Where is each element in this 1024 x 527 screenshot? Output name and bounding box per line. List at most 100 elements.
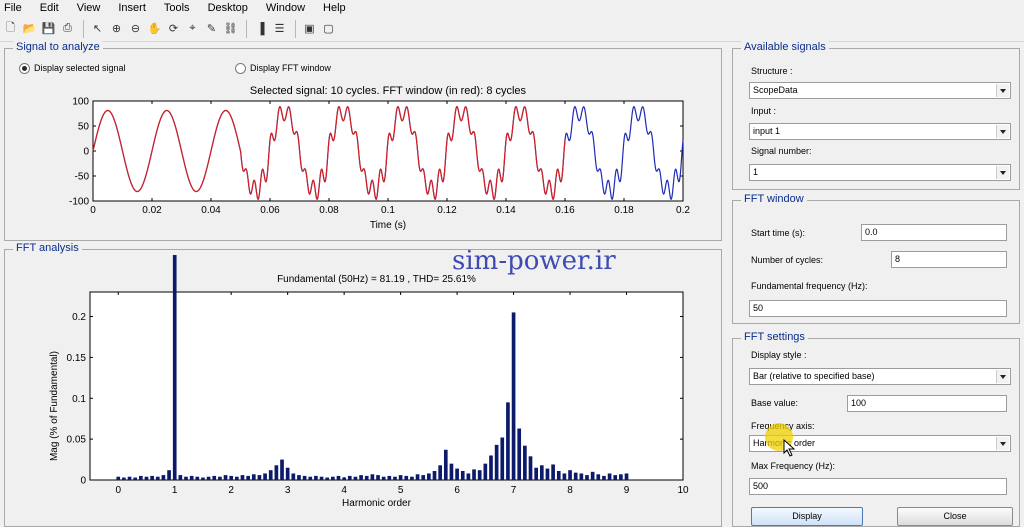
fft-bar xyxy=(280,459,284,480)
fft-bar xyxy=(314,475,318,480)
fft-settings-panel: FFT settings Display style : Bar (relati… xyxy=(732,331,1020,527)
mouse-pointer-icon xyxy=(783,439,795,457)
base-value-input[interactable]: 100 xyxy=(847,395,1007,412)
number-of-cycles-input[interactable]: 8 xyxy=(891,251,1007,268)
fft-xtick-label: 2 xyxy=(228,485,234,496)
fft-bar xyxy=(415,474,420,480)
input-label: Input : xyxy=(751,106,777,116)
fft-bar xyxy=(613,475,618,480)
fft-bar xyxy=(398,475,403,480)
fft-ytick-label: 0.15 xyxy=(67,353,87,364)
fft-ytick-label: 0.05 xyxy=(67,435,87,446)
fft-bar xyxy=(517,428,522,480)
fft-bar xyxy=(223,475,228,480)
fft-xtick-label: 1 xyxy=(172,485,178,496)
fft-bar xyxy=(449,463,454,480)
fft-bar xyxy=(336,475,341,480)
start-time-label: Start time (s): xyxy=(751,228,806,238)
chevron-down-icon xyxy=(996,125,1009,138)
fft-bar xyxy=(387,475,392,480)
fft-xtick-label: 9 xyxy=(624,485,630,496)
start-time-input[interactable]: 0.0 xyxy=(861,224,1007,241)
fft-bar xyxy=(596,474,601,480)
fft-bar xyxy=(545,468,550,480)
fft-bar xyxy=(133,477,138,480)
fft-bar xyxy=(528,456,533,480)
display-button[interactable]: Display xyxy=(751,507,863,526)
fft-bar xyxy=(410,476,414,480)
signal-number-label: Signal number: xyxy=(751,146,812,156)
fundamental-frequency-input[interactable]: 50 xyxy=(749,300,1007,317)
fft-bar xyxy=(483,463,488,480)
fft-bar xyxy=(551,464,555,480)
fft-plot-title: Fundamental (50Hz) = 81.19 , THD= 25.61% xyxy=(277,274,476,285)
display-style-dropdown[interactable]: Bar (relative to specified base) xyxy=(749,368,1011,385)
structure-label: Structure : xyxy=(751,66,793,76)
fft-bar xyxy=(506,402,510,480)
fft-bar xyxy=(511,312,516,480)
fft-bar xyxy=(466,473,471,480)
fft-bar xyxy=(500,437,505,480)
fft-bar xyxy=(573,472,578,480)
fft-bar xyxy=(331,476,335,480)
input-dropdown-value: input 1 xyxy=(753,126,781,136)
fft-bar xyxy=(274,465,279,480)
fft-bar xyxy=(443,449,448,480)
fft-bar xyxy=(494,444,499,480)
fft-xtick-label: 3 xyxy=(285,485,291,496)
fft-ylabel: Mag (% of Fundamental) xyxy=(49,351,60,461)
fundamental-frequency-label: Fundamental frequency (Hz): xyxy=(751,281,868,291)
fft-bar xyxy=(291,473,296,480)
fft-bar xyxy=(201,477,205,480)
fft-ytick-label: 0.2 xyxy=(72,312,86,323)
close-button[interactable]: Close xyxy=(897,507,1013,526)
fft-bar xyxy=(246,475,250,480)
fft-xtick-label: 6 xyxy=(454,485,460,496)
fft-window-panel: FFT window Start time (s): 0.0 Number of… xyxy=(732,193,1020,324)
fft-bar xyxy=(602,475,606,480)
fft-bar xyxy=(460,471,465,480)
fft-bar xyxy=(178,475,183,480)
fft-bar xyxy=(393,476,397,480)
fft-bar xyxy=(364,475,369,480)
input-dropdown[interactable]: input 1 xyxy=(749,123,1011,140)
chevron-down-icon xyxy=(996,166,1009,179)
fft-ytick-label: 0 xyxy=(80,476,86,487)
fft-bar xyxy=(353,476,358,480)
signal-number-dropdown-value: 1 xyxy=(753,167,759,177)
fft-bar xyxy=(297,475,301,480)
fft-bar xyxy=(251,474,256,480)
fft-bar xyxy=(619,474,623,480)
fft-bar xyxy=(144,476,149,480)
fft-xtick-label: 10 xyxy=(677,485,689,496)
fft-bar xyxy=(359,475,363,480)
display-style-dropdown-value: Bar (relative to specified base) xyxy=(753,371,875,381)
fft-bar xyxy=(579,473,584,480)
fft-bar xyxy=(122,477,126,480)
fft-bar xyxy=(585,475,589,480)
fft-bar xyxy=(167,470,171,480)
fft-bar xyxy=(370,474,375,480)
fft-bar xyxy=(319,476,324,480)
fft-bar xyxy=(308,476,313,480)
fft-bar xyxy=(235,476,239,480)
fft-bar xyxy=(404,475,409,480)
fft-bar xyxy=(257,475,262,480)
fft-bar xyxy=(489,455,493,480)
structure-dropdown[interactable]: ScopeData xyxy=(749,82,1011,99)
fft-xtick-label: 4 xyxy=(341,485,347,496)
watermark-text: sim-power.ir xyxy=(452,246,616,276)
fft-bar xyxy=(590,471,595,480)
fft-bar xyxy=(263,473,267,480)
signal-number-dropdown[interactable]: 1 xyxy=(749,164,1011,181)
chevron-down-icon xyxy=(996,437,1009,450)
fft-bar xyxy=(624,473,629,480)
max-frequency-input[interactable]: 500 xyxy=(749,478,1007,495)
fft-bar xyxy=(472,469,476,480)
fft-plot-area xyxy=(89,291,684,481)
fft-bar xyxy=(127,476,132,480)
fft-bar xyxy=(607,473,612,480)
fft-bar xyxy=(206,476,211,480)
fft-bar xyxy=(184,476,188,480)
base-value-label: Base value: xyxy=(751,398,799,408)
